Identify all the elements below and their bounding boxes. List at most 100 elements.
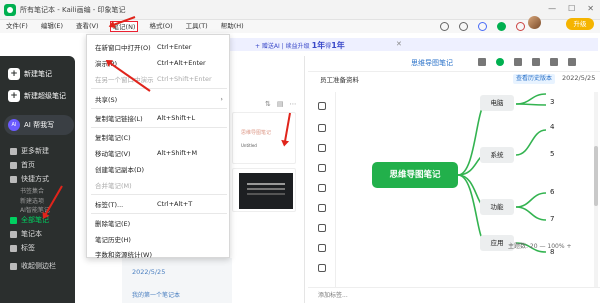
collapse-icon [10,262,17,270]
sidebar-item-home[interactable]: 首页 [4,159,74,171]
sidebar-item-notebooks[interactable]: 笔记本 [4,228,74,240]
editor-toolbar [478,58,576,66]
menu-item-tags[interactable]: 标签(T)... Ctrl+Alt+T [87,196,231,211]
star-icon [10,175,17,183]
menu-item-share[interactable]: 共享(S) › [87,91,231,106]
add-tag-input[interactable]: 添加标签... [318,290,348,299]
plus-icon: + [8,90,20,102]
menu-tools[interactable]: 工具(T) [184,21,210,32]
menu-item-copy-link[interactable]: 复制笔记链接(L) Alt+Shift+L [87,110,231,125]
history-version-button[interactable]: 查看历史版本 [513,74,555,84]
mindmap-leaf[interactable]: 4 [550,123,554,131]
mindmap-node[interactable]: 系统 [480,147,514,163]
more-options-icon[interactable] [568,58,576,66]
minimize-button[interactable]: — [548,4,556,13]
theme-count: 主题数: 20 [508,243,538,250]
top-icon-strip [440,20,525,33]
menu-item-word-count[interactable]: 字数和资源统计(W) [87,246,231,261]
app-logo-icon [4,3,16,16]
menu-view[interactable]: 查看(V) [74,21,101,32]
note-card[interactable] [232,168,296,212]
evernote-icon[interactable] [497,22,506,31]
mindmap-leaf-line [515,192,547,208]
zoom-bar: 主题数: 20 — 100% + [508,241,572,250]
mindmap-central-topic[interactable]: 思维导图笔记 [372,162,458,188]
title-bar: 所有笔记本 - Kaili画编 - 印象笔记 — ☐ ✕ [0,0,600,20]
menu-separator [91,194,227,195]
mindmap-leaf-line [515,103,547,106]
sort-icon[interactable]: ⇅ [265,100,271,108]
mindmap-leaf[interactable]: 5 [550,150,554,158]
style-icon[interactable] [318,204,326,212]
window-title: 所有笔记本 - Kaili画编 - 印象笔记 [20,5,126,14]
close-button[interactable]: ✕ [587,4,594,13]
sidebar-item-tags[interactable]: 标签 [4,242,74,254]
sidebar-item-shortcuts[interactable]: 快捷方式 [4,173,74,185]
menu-item-copy-note[interactable]: 复制笔记(C) [87,129,231,144]
maximize-button[interactable]: ☐ [568,4,575,13]
note-menu-dropdown: 在新窗口中打开(O)Ctrl+Enter 演示(P)Ctrl+Alt+Enter… [86,34,231,261]
node-add-icon[interactable] [318,124,326,132]
menu-item-history[interactable]: 笔记历史(H) [87,231,231,246]
more-icon[interactable]: ⋯ [290,100,297,108]
menu-file[interactable]: 文件(F) [4,21,30,32]
menu-item-open-new-window[interactable]: 在新窗口中打开(O) Ctrl+Enter [87,39,231,54]
outline-icon[interactable] [318,264,326,272]
menu-edit[interactable]: 编辑(E) [39,21,65,32]
menu-item-duplicate[interactable]: 创建笔记副本(D) [87,161,231,176]
view-icon[interactable]: ▤ [277,100,284,108]
upgrade-button[interactable]: 升级 [566,18,594,30]
note-date: 2022/5/25 [132,268,166,276]
mindmap-node[interactable]: 功能 [480,199,514,215]
mindmap-branch-line [457,103,487,176]
mindmap-vertical-toolbar [308,92,336,287]
status-bar [308,287,600,303]
sidebar-item-more-new[interactable]: 更多新建 [4,145,74,157]
note-notebook-label: 我的第一个笔记本 [132,292,181,299]
share-icon[interactable] [478,58,486,66]
mindmap-leaf-line [515,206,547,221]
bulb-icon[interactable] [318,102,326,110]
zoom-level[interactable]: 100% [547,243,564,250]
shortcut-sub-1[interactable]: 书签集合 [20,186,74,196]
fullscreen-icon[interactable] [550,58,558,66]
notes-icon [10,216,17,224]
sync-icon[interactable] [440,22,449,31]
branch-icon[interactable] [318,144,326,152]
promo-close-icon[interactable]: ✕ [396,40,402,48]
activity-icon[interactable] [516,22,525,31]
theme-icon[interactable] [318,244,326,252]
layout-icon[interactable] [318,224,326,232]
info-icon[interactable] [532,58,540,66]
menu-item-delete[interactable]: 删除笔记(E) [87,215,231,230]
mindmap-node[interactable]: 电脑 [480,95,514,111]
menu-help[interactable]: 帮助(H) [219,21,246,32]
mindmap-leaf[interactable]: 6 [550,188,554,196]
editor-note-title[interactable]: 思维导图笔记 [411,58,453,68]
new-note-button[interactable]: + 新建笔记 [4,66,74,82]
notebook-selector[interactable]: 员工准备资料 [320,74,359,84]
menu-separator [91,213,227,214]
new-super-note-button[interactable]: + 新建超级笔记 [4,88,74,104]
sidebar-collapse[interactable]: 收起侧边栏 [4,260,74,272]
ai-write-button[interactable]: AI AI 帮我写 [4,115,74,135]
image-icon[interactable] [318,184,326,192]
share-icon[interactable] [478,22,487,31]
note-list-toolbar: ⇅ ▤ ⋯ [265,100,297,108]
link-icon[interactable] [318,164,326,172]
mindmap-leaf-line [515,129,547,156]
mindmap-leaf[interactable]: 7 [550,215,554,223]
avatar[interactable] [528,16,541,29]
note-card-subtitle: Untitled [241,143,257,148]
ai-icon: AI [8,119,20,131]
menu-item-move-note[interactable]: 移动笔记(V) Alt+Shift+M [87,145,231,160]
mindmap-leaf-line [515,93,547,105]
zoom-in-icon[interactable]: + [567,243,572,250]
promo-text[interactable]: + 赠送AI | 续益升级 1年得1年 [255,40,345,51]
reminder-icon[interactable] [514,58,522,66]
menu-format[interactable]: 格式(O) [147,21,174,32]
vertical-scrollbar[interactable] [594,92,598,287]
notification-icon[interactable] [459,22,468,31]
sync-status-icon[interactable] [496,58,504,66]
mindmap-leaf[interactable]: 3 [550,98,554,106]
